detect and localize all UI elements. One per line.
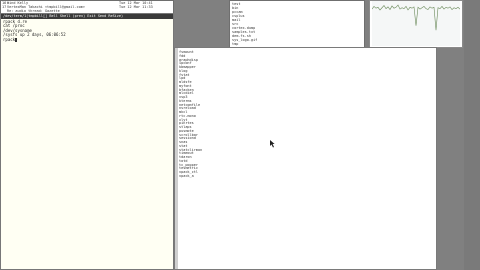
desktop-edge xyxy=(464,0,480,270)
terminal-body[interactable]: rpack d.re cat /proc /dev/sysname /sysfs… xyxy=(1,19,173,43)
mouse-pointer-icon xyxy=(270,140,275,148)
mail-date: Tue 12 Mar 11:33 xyxy=(119,5,153,9)
program-menu-list[interactable]: fsmount fdd graphdisp ipconf kbmapper klog fst… xyxy=(179,50,202,179)
terminal-prompt: rpack xyxy=(3,36,16,42)
load-graph-line xyxy=(371,4,461,31)
program-menu-window[interactable]: fsmount fdd graphdisp ipconf kbmapper klog fst… xyxy=(174,47,437,270)
desktop: 16 Wind Kelly Tue 12 Mar 10:41 17 Vertex… xyxy=(0,0,480,270)
directory-window[interactable]: test bin pccam csplus mail src cortex.du… xyxy=(229,0,365,48)
menu-scrollbar[interactable] xyxy=(175,48,178,269)
terminal-window[interactable]: /dev/term/1(tmpbill[] Bell Shell (prev) … xyxy=(0,13,174,270)
menu-item[interactable]: vpack_a xyxy=(179,174,202,179)
text-cursor xyxy=(15,37,18,42)
directory-list[interactable]: test bin pccam csplus mail src cortex.du… xyxy=(230,1,364,47)
terminal-prompt-line[interactable]: rpack xyxy=(3,36,171,42)
mail-index: 17 xyxy=(2,5,7,9)
load-graph-area xyxy=(371,1,461,46)
load-graph-window[interactable] xyxy=(369,0,463,48)
load-graph xyxy=(371,4,461,31)
